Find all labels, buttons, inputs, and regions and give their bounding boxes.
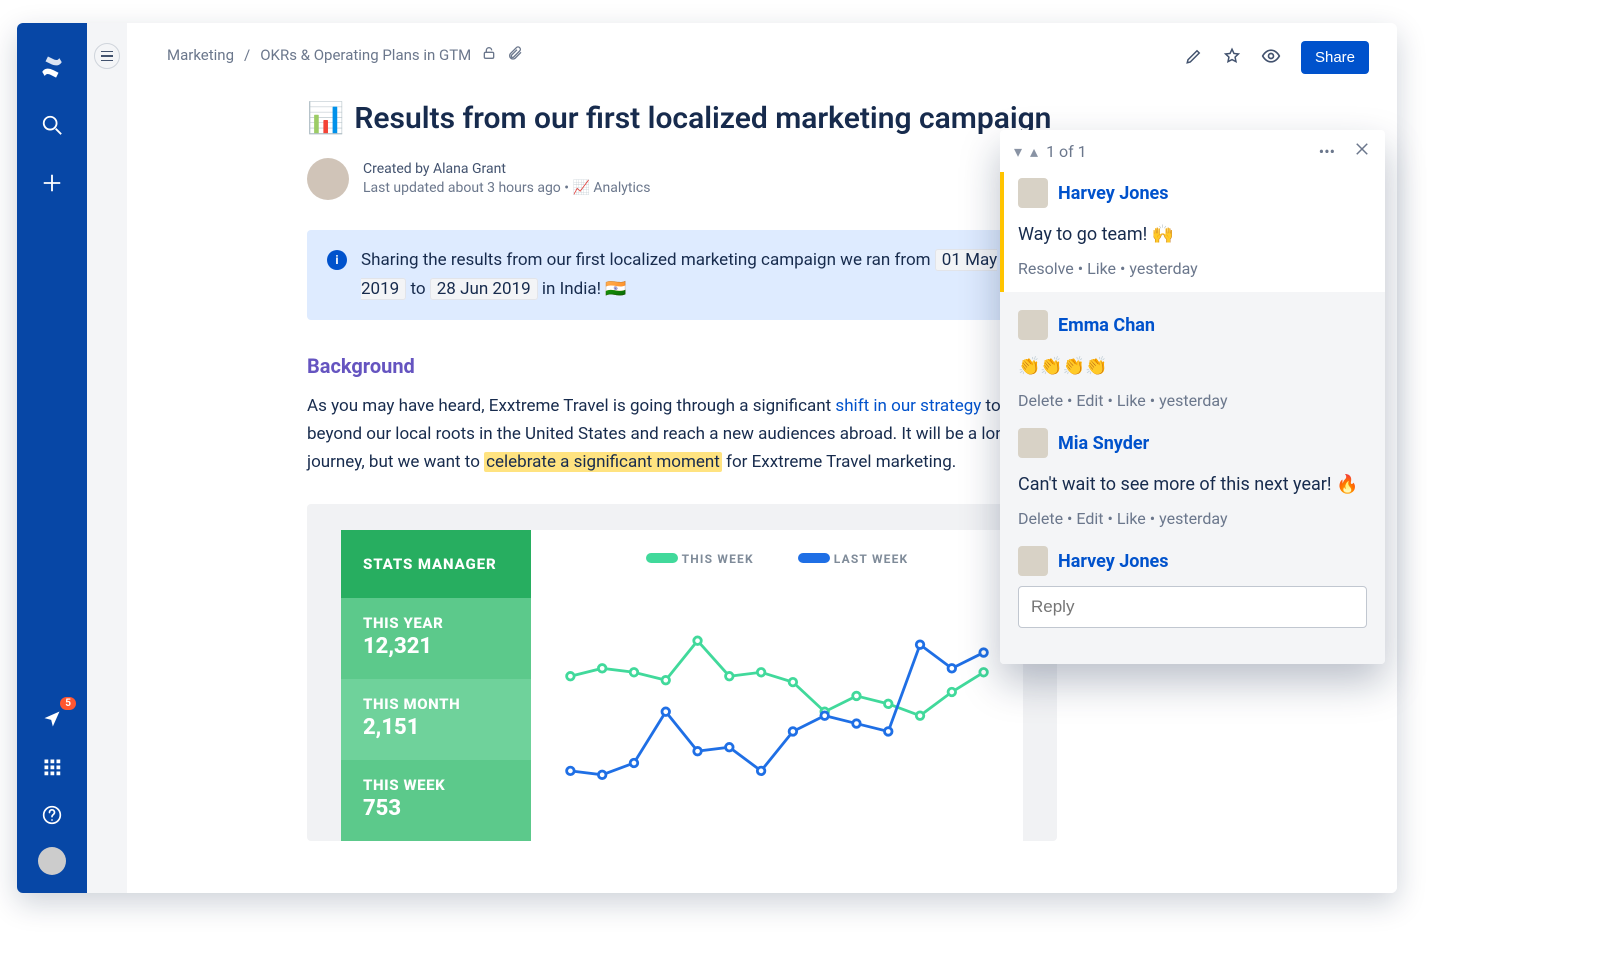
chevron-up-icon[interactable]: ▴: [1030, 142, 1038, 161]
author-avatar[interactable]: [307, 158, 349, 200]
strategy-link[interactable]: shift in our strategy: [835, 396, 981, 416]
breadcrumb-space[interactable]: Marketing: [167, 46, 234, 64]
section-heading: Background: [307, 354, 1057, 378]
comment-actions[interactable]: Delete • Edit • Like • yesterday: [1018, 509, 1367, 528]
comment-author[interactable]: Harvey Jones: [1058, 183, 1169, 204]
comment-author[interactable]: Mia Snyder: [1058, 433, 1149, 454]
star-icon[interactable]: [1223, 47, 1241, 69]
date-chip: 28 Jun 2019: [430, 278, 538, 300]
sidebar-toggle-column: [87, 23, 127, 893]
avatar[interactable]: [1018, 546, 1048, 576]
app-switcher-icon[interactable]: [36, 751, 68, 783]
restrictions-icon[interactable]: [481, 45, 497, 65]
edit-icon[interactable]: [1185, 47, 1203, 69]
chart-plot: THIS WEEK LAST WEEK: [531, 530, 1023, 841]
analytics-link[interactable]: Analytics: [593, 180, 650, 196]
notification-badge: 5: [60, 697, 76, 710]
global-nav: 5: [17, 23, 87, 893]
body-paragraph: As you may have heard, Exxtreme Travel i…: [307, 392, 1057, 476]
stats-header: STATS MANAGER: [341, 530, 531, 598]
page-title: 📊 Results from our first localized marke…: [307, 101, 1057, 136]
more-icon[interactable]: •••: [1319, 142, 1335, 161]
search-icon[interactable]: [36, 109, 68, 141]
info-panel: i Sharing the results from our first loc…: [307, 230, 1057, 320]
profile-avatar[interactable]: [38, 847, 66, 875]
confluence-logo[interactable]: [36, 51, 68, 83]
page-actions: Share: [1185, 41, 1369, 74]
watch-icon[interactable]: [1261, 46, 1281, 70]
create-icon[interactable]: [36, 167, 68, 199]
stats-card: STATS MANAGER THIS YEAR12,321 THIS MONTH…: [307, 504, 1057, 841]
comment-thread: Harvey Jones Way to go team! 🙌 Resolve •…: [1000, 172, 1385, 292]
reply-as-user[interactable]: Harvey Jones: [1058, 551, 1169, 572]
breadcrumb-page[interactable]: OKRs & Operating Plans in GTM: [260, 46, 471, 64]
analytics-icon: 📈: [572, 180, 589, 196]
chevron-down-icon[interactable]: ▾: [1014, 142, 1022, 161]
highlighted-text: celebrate a significant moment: [484, 452, 722, 472]
breadcrumb: Marketing / OKRs & Operating Plans in GT…: [167, 45, 1357, 65]
comment-actions[interactable]: Resolve • Like • yesterday: [1018, 259, 1367, 278]
page-byline: Created by Alana Grant Last updated abou…: [363, 160, 650, 198]
comments-panel: ▾ ▴ 1 of 1 ••• Harvey Jones Way to go te…: [1000, 130, 1385, 664]
collapse-sidebar-button[interactable]: [94, 43, 120, 69]
share-button[interactable]: Share: [1301, 41, 1369, 74]
info-icon: i: [327, 250, 347, 270]
comment-body: Way to go team! 🙌: [1018, 224, 1367, 245]
close-icon[interactable]: [1353, 140, 1371, 162]
comment-counter: 1 of 1: [1046, 142, 1087, 161]
title-emoji: 📊: [307, 101, 344, 136]
avatar[interactable]: [1018, 310, 1048, 340]
comment-actions[interactable]: Delete • Edit • Like • yesterday: [1018, 391, 1367, 410]
avatar[interactable]: [1018, 178, 1048, 208]
avatar[interactable]: [1018, 428, 1048, 458]
reply-input[interactable]: [1018, 586, 1367, 628]
comment-author[interactable]: Emma Chan: [1058, 315, 1155, 336]
help-icon[interactable]: [36, 799, 68, 831]
notifications-icon[interactable]: 5: [36, 703, 68, 735]
attachments-icon[interactable]: [507, 45, 523, 65]
